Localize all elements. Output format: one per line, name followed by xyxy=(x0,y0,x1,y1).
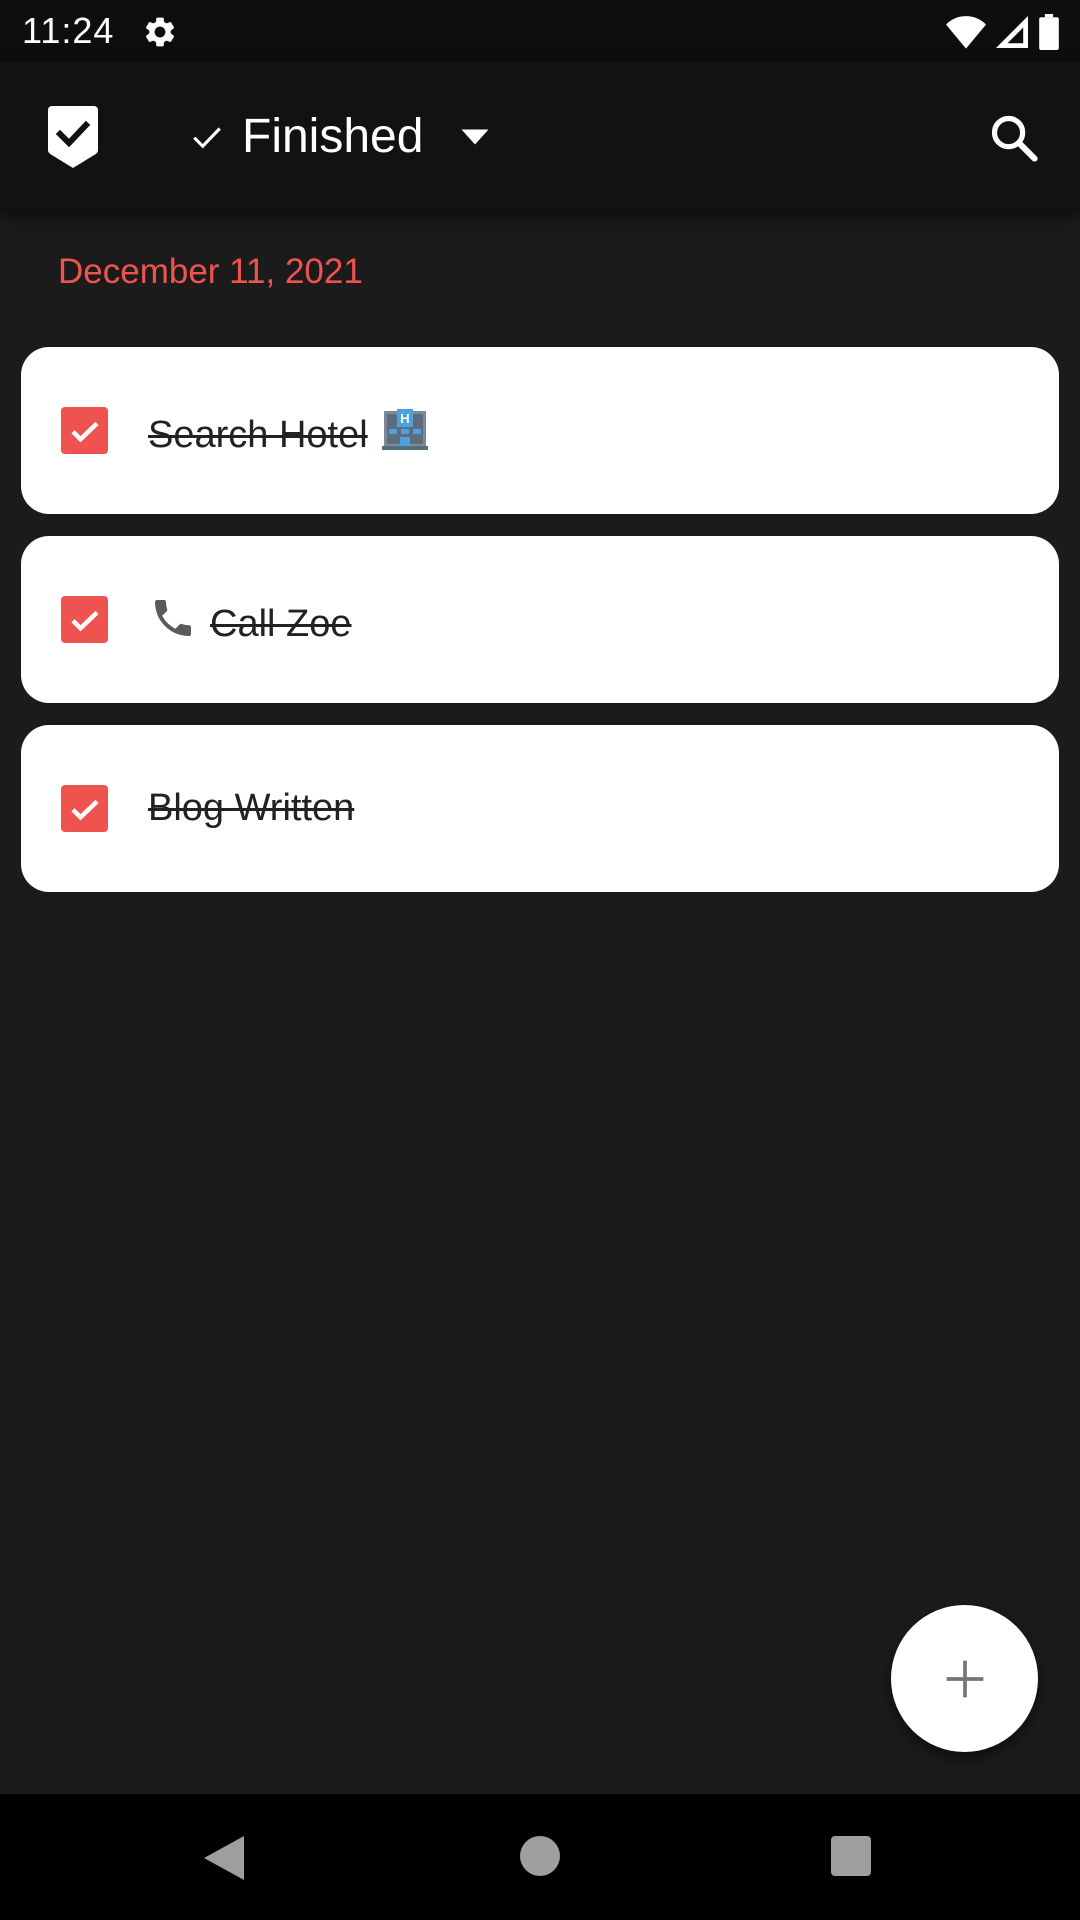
back-triangle-icon[interactable] xyxy=(202,1834,246,1882)
check-icon xyxy=(193,127,221,149)
checkmark-icon xyxy=(70,421,99,442)
checkmark-icon xyxy=(70,799,99,820)
gear-icon xyxy=(145,17,175,47)
cell-signal-icon xyxy=(996,16,1028,48)
add-task-button[interactable] xyxy=(891,1605,1038,1752)
task-checkbox[interactable] xyxy=(61,596,108,643)
task-label: Search Hotel xyxy=(148,414,368,456)
status-bar: 11:24 xyxy=(0,0,1080,62)
shield-check-icon[interactable] xyxy=(48,106,98,168)
search-icon xyxy=(991,115,1038,162)
task-checkbox[interactable] xyxy=(61,407,108,454)
hotel-emoji: H xyxy=(381,409,428,450)
plus-icon xyxy=(946,1660,983,1697)
task-list: Search Hotel H Call Zoe Blog Written xyxy=(21,347,1059,914)
task-item[interactable]: Search Hotel H xyxy=(21,347,1059,514)
wifi-icon xyxy=(946,16,986,49)
checkmark-icon xyxy=(70,610,99,631)
task-label: Call Zoe xyxy=(210,603,352,645)
navigation-bar xyxy=(0,1794,1080,1920)
filter-dropdown[interactable]: Finished xyxy=(190,106,493,168)
caret-down-icon xyxy=(461,129,489,145)
filter-label: Finished xyxy=(242,110,424,163)
screen: 11:24 Finished December 11, 2021 Search … xyxy=(0,0,1080,1920)
task-title: Blog Written xyxy=(148,783,354,833)
battery-icon xyxy=(1039,14,1059,50)
task-checkbox[interactable] xyxy=(61,785,108,832)
recents-square-icon[interactable] xyxy=(831,1836,871,1876)
svg-text:H: H xyxy=(400,411,409,426)
telephone-emoji xyxy=(155,600,191,636)
status-icons xyxy=(946,12,1060,52)
task-title: Search Hotel H xyxy=(148,405,430,460)
task-label: Blog Written xyxy=(148,787,355,829)
task-item[interactable]: Blog Written xyxy=(21,725,1059,892)
date-header: December 11, 2021 xyxy=(58,252,363,291)
home-circle-icon[interactable] xyxy=(520,1836,560,1876)
task-title: Call Zoe xyxy=(148,594,352,649)
search-button[interactable] xyxy=(984,108,1044,168)
task-item[interactable]: Call Zoe xyxy=(21,536,1059,703)
app-bar: Finished xyxy=(0,62,1080,210)
status-time: 11:24 xyxy=(22,10,115,51)
